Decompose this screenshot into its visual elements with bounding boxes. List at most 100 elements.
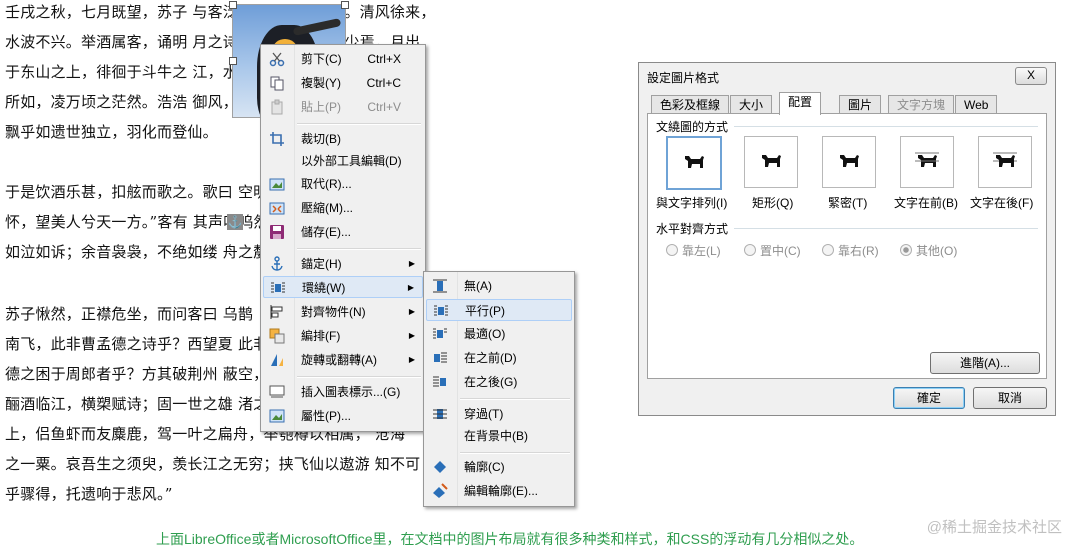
wrap-item-edit-contour[interactable]: 編輯輪廓(E)... [426, 480, 572, 502]
replace-image-icon [269, 178, 285, 191]
wrap-optimal-icon [433, 328, 447, 339]
crop-icon [270, 132, 284, 146]
divider [734, 228, 1038, 229]
wrap-behind-button[interactable] [978, 136, 1032, 188]
align-right-radio[interactable]: 靠右(R) [822, 242, 879, 259]
align-icon [270, 305, 283, 319]
close-button[interactable]: X [1015, 67, 1047, 85]
menu-item-label: 最適(O) [464, 327, 506, 341]
radio-circle [744, 244, 756, 256]
wrap-square-button[interactable] [744, 136, 798, 188]
menu-item-label: 屬性(P)... [301, 409, 351, 423]
align-center-radio[interactable]: 置中(C) [744, 242, 801, 259]
menu-item-external-edit[interactable]: 以外部工具編輯(D) [263, 150, 423, 172]
menu-item-properties[interactable]: 屬性(P)... [263, 405, 423, 427]
wrap-tight-button[interactable] [822, 136, 876, 188]
properties-icon [269, 409, 285, 423]
menu-item-label: 插入圖表標示...(G) [301, 385, 401, 399]
radio-label: 靠左(L) [682, 244, 721, 258]
wrap-in-front-button[interactable] [900, 136, 954, 188]
wrap-option-label: 文字在前(B) [894, 196, 958, 210]
resize-handle[interactable] [229, 1, 237, 9]
menu-item-label: 編輯輪廓(E)... [464, 484, 538, 498]
wrap-item-background[interactable]: 在背景中(B) [426, 425, 572, 447]
wrap-item-through[interactable]: 穿過(T) [426, 403, 572, 425]
anchor-icon [271, 256, 283, 271]
dog-icon [840, 155, 859, 167]
menu-item-wrap[interactable]: 環繞(W) ▶ [263, 276, 423, 298]
menu-item-arrange[interactable]: 編排(F) ▶ [263, 325, 423, 347]
scissors-icon [269, 52, 285, 67]
menu-item-label: 在之前(D) [464, 351, 517, 365]
resize-handle[interactable] [229, 57, 237, 65]
wrap-option-label: 與文字排列(I) [656, 196, 728, 210]
radio-circle [900, 244, 912, 256]
tab-text-box[interactable]: 文字方塊 [888, 95, 955, 114]
wrap-submenu: 無(A) 平行(P) 最適(O) 在之前(D) 在之後(G) 穿過(T) 在背景… [423, 271, 575, 507]
menu-item-label: 在之後(G) [464, 375, 518, 389]
menu-item-label: 旋轉或翻轉(A) [301, 353, 377, 367]
menu-item-label: 在背景中(B) [464, 429, 528, 443]
wrap-option-label: 文字在後(F) [970, 196, 1034, 210]
wrap-item-optimal[interactable]: 最適(O) [426, 323, 572, 345]
menu-item-rotate-flip[interactable]: 旋轉或翻轉(A) ▶ [263, 349, 423, 371]
menu-separator [297, 376, 421, 378]
doc-line: 之一粟。哀吾生之须臾，羡长江之无穷；挟飞仙以遨游 知不可 [5, 455, 421, 473]
submenu-arrow-icon: ▶ [408, 331, 415, 340]
menu-item-save[interactable]: 儲存(E)... [263, 221, 423, 243]
submenu-arrow-icon: ▶ [408, 307, 415, 316]
context-menu: 剪下(C) Ctrl+X 複製(Y) Ctrl+C 貼上(P) Ctrl+V 裁… [260, 44, 426, 432]
menu-item-replace[interactable]: 取代(R)... [263, 173, 423, 195]
menu-item-cut[interactable]: 剪下(C) Ctrl+X [263, 48, 423, 70]
wrap-through-icon [433, 409, 447, 419]
menu-item-insert-caption[interactable]: 插入圖表標示...(G) [263, 381, 423, 403]
wrap-option-label: 矩形(Q) [752, 196, 794, 210]
tab-colors-lines[interactable]: 色彩及框線 [651, 95, 730, 114]
menu-item-label: 複製(Y) [301, 76, 341, 90]
submenu-arrow-icon: ▶ [407, 283, 414, 292]
menu-item-crop[interactable]: 裁切(B) [263, 128, 423, 150]
menu-separator [460, 398, 570, 400]
menu-item-label: 無(A) [464, 279, 492, 293]
doc-line: 苏子愀然，正襟危坐，而问客曰 乌鹊 [5, 305, 254, 323]
wrap-item-before[interactable]: 在之前(D) [426, 347, 572, 369]
paste-icon [271, 99, 283, 115]
wrap-item-parallel[interactable]: 平行(P) [426, 299, 572, 321]
menu-item-paste[interactable]: 貼上(P) Ctrl+V [263, 96, 423, 118]
wrap-item-contour[interactable]: 輪廓(C) [426, 456, 572, 478]
advanced-button[interactable]: 進階(A)... [930, 352, 1040, 374]
align-left-radio[interactable]: 靠左(L) [666, 242, 721, 259]
tab-web[interactable]: Web [955, 95, 998, 114]
caption-text: 上面LibreOffice或者MicrosoftOffice里，在文档中的图片布… [156, 531, 864, 547]
tab-layout[interactable]: 配置 [779, 92, 822, 115]
menu-item-align-objects[interactable]: 對齊物件(N) ▶ [263, 301, 423, 323]
dog-icon [762, 155, 781, 167]
tab-picture[interactable]: 圖片 [839, 95, 882, 114]
menu-item-compress[interactable]: 壓縮(M)... [263, 197, 423, 219]
tab-size[interactable]: 大小 [730, 95, 773, 114]
menu-item-label: 編排(F) [301, 329, 341, 343]
copy-icon [270, 76, 284, 91]
arrange-icon [269, 328, 285, 344]
ok-button[interactable]: 確定 [893, 387, 965, 409]
menu-item-label: 壓縮(M)... [301, 201, 353, 215]
wrap-item-none[interactable]: 無(A) [426, 275, 572, 297]
menu-item-shortcut: Ctrl+V [367, 100, 401, 114]
dialog-title: 設定圖片格式 [647, 71, 720, 85]
menu-item-label: 對齊物件(N) [301, 305, 366, 319]
resize-handle[interactable] [341, 1, 349, 9]
wrap-item-after[interactable]: 在之後(G) [426, 371, 572, 393]
submenu-arrow-icon: ▶ [408, 355, 415, 364]
doc-line: 酾酒临江，横槊赋诗；固一世之雄 渚之 [5, 395, 269, 413]
wrap-none-icon [433, 279, 447, 293]
menu-item-anchor[interactable]: 錨定(H) ▶ [263, 253, 423, 275]
cancel-button[interactable]: 取消 [973, 387, 1047, 409]
wrap-inline-button[interactable] [666, 136, 722, 190]
rotate-icon [271, 354, 283, 366]
menu-separator [460, 452, 570, 454]
menu-item-copy[interactable]: 複製(Y) Ctrl+C [263, 72, 423, 94]
doc-line: 南飞，此非曹孟德之诗乎？西望夏 此非孟 [5, 335, 284, 353]
anchor-icon[interactable]: ⚓ [227, 214, 243, 230]
wrap-icon [271, 282, 285, 293]
align-other-radio[interactable]: 其他(O) [900, 242, 957, 259]
